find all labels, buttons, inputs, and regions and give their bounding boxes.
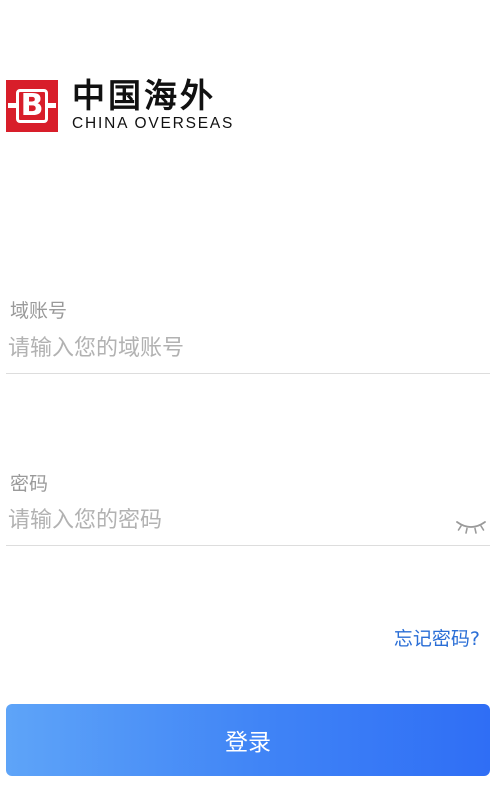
eye-closed-icon[interactable] <box>455 519 487 535</box>
brand-name-en: CHINA OVERSEAS <box>72 115 235 132</box>
password-label: 密码 <box>10 473 49 495</box>
password-input[interactable] <box>8 503 448 537</box>
password-divider <box>6 545 490 546</box>
logo-mark-icon: B <box>6 80 58 132</box>
brand-logo: B 中国海外 CHINA OVERSEAS <box>6 79 234 133</box>
account-input[interactable] <box>8 331 448 365</box>
brand-name-cn: 中国海外 <box>72 76 216 115</box>
logo-text: 中国海外 CHINA OVERSEAS <box>72 79 234 133</box>
logo-letter: B <box>20 88 44 123</box>
account-divider <box>6 373 490 374</box>
login-button[interactable]: 登录 <box>6 704 490 776</box>
account-label: 域账号 <box>10 300 68 322</box>
forgot-password-link[interactable]: 忘记密码? <box>394 624 480 651</box>
